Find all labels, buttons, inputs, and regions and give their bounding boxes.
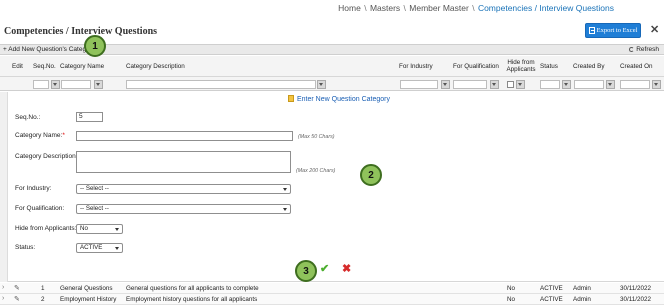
filter-industry-input[interactable]: [400, 80, 438, 89]
filter-qualification-icon[interactable]: [490, 80, 499, 89]
edit-pencil-icon[interactable]: ✎: [14, 295, 20, 303]
status-label: Status:: [15, 244, 36, 251]
col-status[interactable]: Status: [540, 63, 558, 70]
breadcrumb-current[interactable]: Competencies / Interview Questions: [478, 3, 614, 13]
category-description-input[interactable]: [76, 151, 291, 173]
col-category-description[interactable]: Category Description: [126, 63, 185, 70]
table-row[interactable]: › ✎ 2 Employment History Employment hist…: [0, 294, 664, 305]
filter-status-icon[interactable]: [562, 80, 571, 89]
col-created-on[interactable]: Created On: [620, 63, 653, 70]
category-description-hint: (Max 200 Chars): [296, 168, 336, 174]
page-title: Competencies / Interview Questions: [4, 26, 158, 37]
refresh-label: Refresh: [636, 46, 659, 53]
filter-seq-input[interactable]: [33, 80, 49, 89]
new-category-form: Enter New Question Category Seq.No.: 5 C…: [0, 92, 664, 282]
cell-description: Employment history questions for all app…: [126, 296, 258, 303]
hide-from-applicants-select[interactable]: No: [76, 224, 123, 234]
category-name-input[interactable]: [76, 131, 293, 141]
expand-arrow-icon[interactable]: ›: [2, 284, 4, 291]
save-check-icon[interactable]: ✔: [320, 264, 329, 275]
add-category-label: Add New Question's Category: [8, 46, 96, 53]
for-industry-select[interactable]: -- Select --: [76, 184, 291, 194]
close-icon[interactable]: ✕: [650, 25, 659, 36]
form-caption-text: Enter New Question Category: [297, 96, 390, 103]
cell-status: ACTIVE: [540, 296, 563, 303]
filter-created-on-icon[interactable]: [652, 80, 661, 89]
filter-created-by-icon[interactable]: [606, 80, 615, 89]
grid-header: Edit Seq.No. Category Name Category Desc…: [0, 56, 664, 77]
cell-status: ACTIVE: [540, 285, 563, 292]
col-category-name[interactable]: Category Name: [60, 63, 104, 70]
cell-hide: No: [507, 285, 516, 292]
col-edit[interactable]: Edit: [12, 63, 23, 70]
cell-created-by: Admin: [573, 285, 591, 292]
required-marker: *: [62, 132, 65, 139]
plus-icon: +: [3, 46, 7, 53]
breadcrumb-separator: \: [403, 3, 406, 13]
callout-badge-1: 1: [84, 35, 106, 57]
callout-badge-3: 3: [295, 260, 317, 282]
col-for-qualification[interactable]: For Qualification: [453, 63, 499, 70]
hide-from-applicants-label: Hide from Applicants:: [15, 225, 77, 232]
filter-name-icon[interactable]: [94, 80, 103, 89]
breadcrumb-separator: \: [364, 3, 367, 13]
refresh-icon: [629, 47, 635, 52]
breadcrumb-separator: \: [472, 3, 475, 13]
filter-status-input[interactable]: [540, 80, 560, 89]
table-row[interactable]: › ✎ 1 General Questions General question…: [0, 283, 664, 294]
breadcrumb-home[interactable]: Home: [338, 3, 361, 13]
seq-no-input[interactable]: 5: [76, 112, 103, 122]
breadcrumb-masters[interactable]: Masters: [370, 3, 400, 13]
filter-seq-icon[interactable]: [51, 80, 60, 89]
cell-created-on: 30/11/2022: [620, 285, 652, 292]
cell-hide: No: [507, 296, 516, 303]
category-description-label: Category Description:: [15, 153, 78, 160]
export-label: Export to Excel: [596, 27, 638, 34]
filter-row: [0, 77, 664, 91]
cell-seq: 2: [41, 296, 45, 303]
cell-name: General Questions: [60, 285, 113, 292]
col-for-industry[interactable]: For Industry: [399, 63, 433, 70]
category-name-hint: (Max 50 Chars): [298, 134, 335, 140]
refresh-button[interactable]: Refresh: [629, 46, 659, 53]
filter-hide-icon[interactable]: [516, 80, 525, 89]
filter-description-icon[interactable]: [317, 80, 326, 89]
cell-name: Employment History: [60, 296, 117, 303]
filter-industry-icon[interactable]: [441, 80, 450, 89]
export-to-excel-button[interactable]: Export to Excel: [585, 23, 641, 38]
status-select[interactable]: ACTIVE: [76, 243, 123, 253]
breadcrumb: Home \ Masters \ Member Master \ Compete…: [338, 3, 614, 13]
filter-created-on-input[interactable]: [620, 80, 650, 89]
category-name-label: Category Name:*: [15, 132, 65, 139]
cell-created-on: 30/11/2022: [620, 296, 652, 303]
expand-arrow-icon[interactable]: ›: [2, 295, 4, 302]
cell-created-by: Admin: [573, 296, 591, 303]
breadcrumb-member-master[interactable]: Member Master: [409, 3, 469, 13]
form-caption: Enter New Question Category: [288, 95, 390, 103]
excel-icon: [588, 27, 595, 34]
callout-badge-2: 2: [360, 164, 382, 186]
filter-hide-checkbox[interactable]: [507, 81, 514, 88]
cell-seq: 1: [41, 285, 45, 292]
filter-created-by-input[interactable]: [574, 80, 604, 89]
col-created-by[interactable]: Created By: [573, 63, 605, 70]
filter-qualification-input[interactable]: [453, 80, 487, 89]
cell-description: General questions for all applicants to …: [126, 285, 259, 292]
filter-description-input[interactable]: [126, 80, 316, 89]
document-icon: [288, 95, 294, 102]
col-seq-no[interactable]: Seq.No.: [33, 63, 56, 70]
edit-pencil-icon[interactable]: ✎: [14, 284, 20, 292]
for-qualification-select[interactable]: -- Select --: [76, 204, 291, 214]
add-category-button[interactable]: + Add New Question's Category: [3, 46, 95, 53]
cancel-x-icon[interactable]: ✖: [342, 264, 351, 275]
filter-name-input[interactable]: [61, 80, 91, 89]
row-expander-rail: [0, 92, 8, 282]
category-name-label-text: Category Name:: [15, 132, 63, 139]
for-qualification-label: For Qualification:: [15, 205, 65, 212]
seq-no-label: Seq.No.:: [15, 114, 41, 121]
for-industry-label: For Industry:: [15, 185, 52, 192]
col-hide-from-applicants[interactable]: Hide from Applicants: [506, 59, 536, 73]
